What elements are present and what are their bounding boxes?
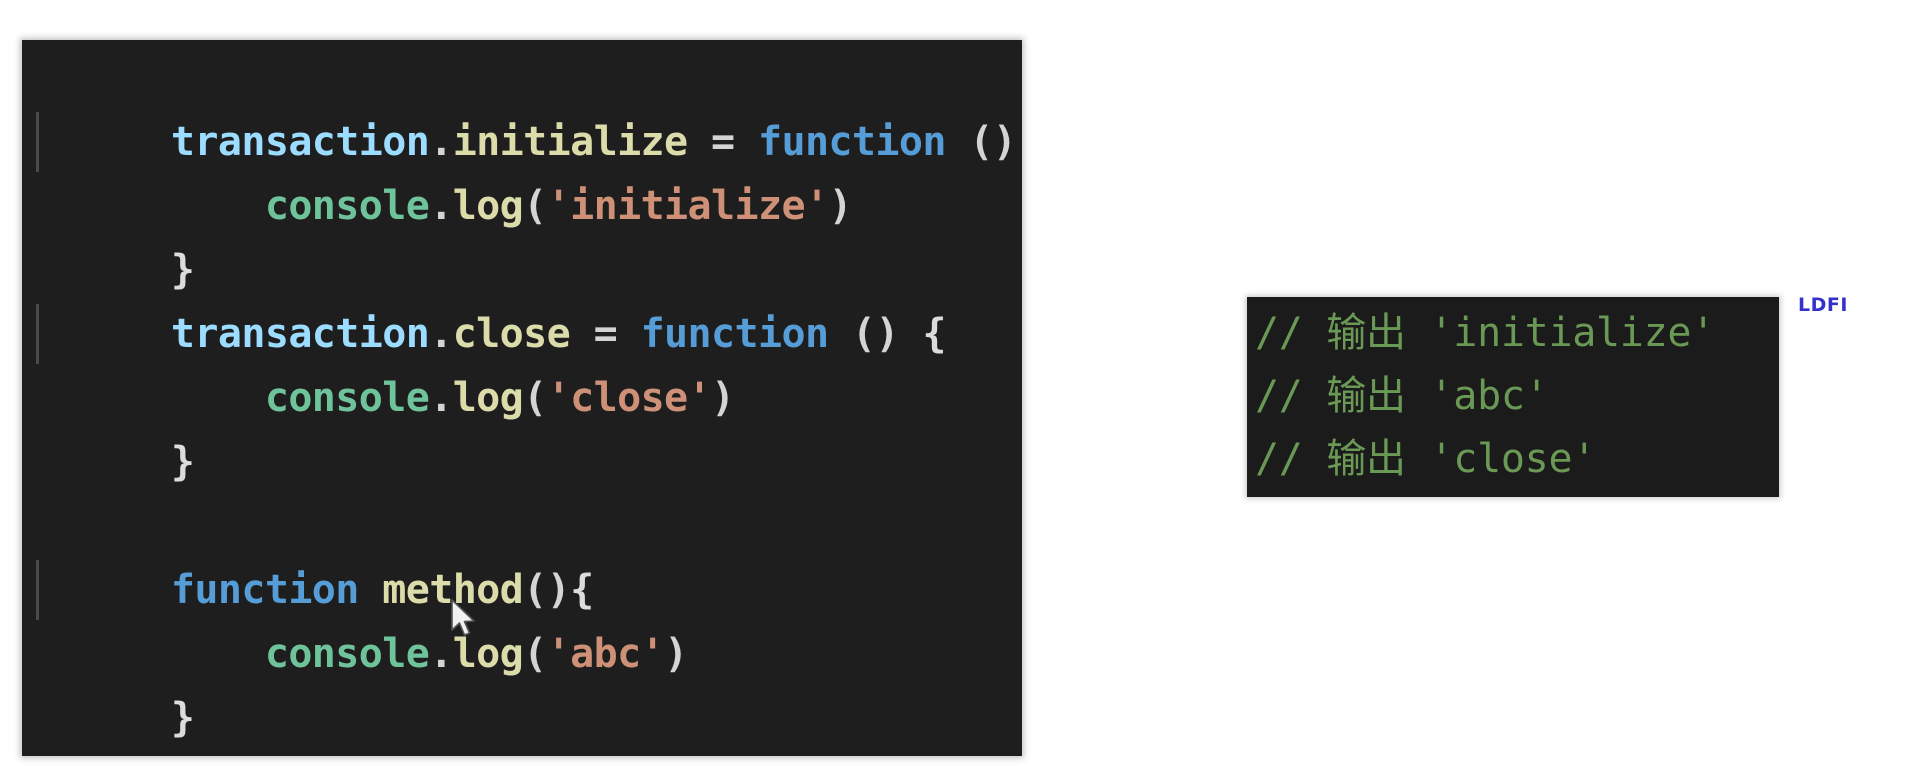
output-line: // 输出 'abc' [1255, 373, 1549, 419]
output-line: // 输出 'close' [1255, 436, 1597, 482]
output-comment-panel[interactable]: // 输出 'initialize' // 输出 'abc' // 输出 'cl… [1247, 297, 1779, 497]
code-line[interactable]: } [22, 622, 1022, 741]
code-line-list: transaction.initialize = function () { c… [22, 46, 1022, 750]
code-line[interactable]: function method(){ [22, 494, 1022, 613]
code-line[interactable]: transaction.close = function () { [22, 238, 1022, 357]
code-line[interactable]: } [22, 366, 1022, 485]
code-line-blank[interactable] [22, 430, 1022, 494]
code-line[interactable]: } [22, 174, 1022, 293]
output-line: // 输出 'initialize' [1255, 310, 1715, 356]
code-line[interactable]: transaction.perform(method) [22, 686, 1022, 750]
code-editor-panel[interactable]: transaction.initialize = function () { c… [22, 40, 1022, 756]
code-line[interactable]: console.log('abc') [22, 558, 1022, 677]
output-line-list: // 输出 'initialize' // 输出 'abc' // 输出 'cl… [1247, 302, 1779, 491]
watermark-label: LDFI [1798, 294, 1848, 316]
code-line[interactable]: console.log('initialize') [22, 110, 1022, 229]
code-line[interactable]: transaction.initialize = function () { [22, 46, 1022, 165]
code-line[interactable]: console.log('close') [22, 302, 1022, 421]
